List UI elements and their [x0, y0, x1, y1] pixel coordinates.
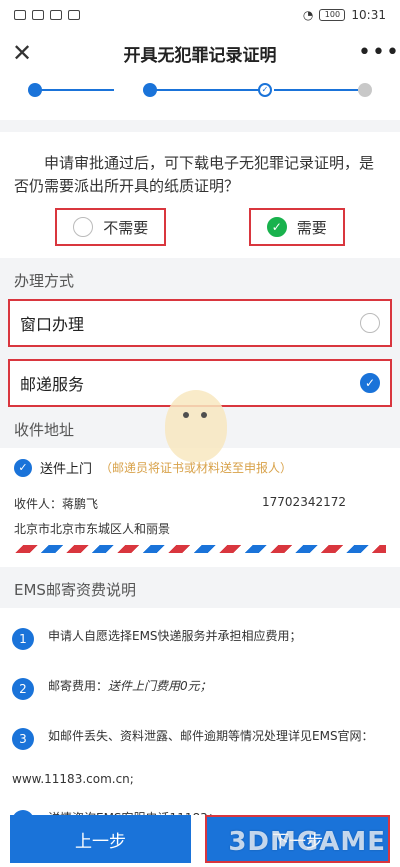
number-badge: 3 [12, 728, 34, 750]
site-watermark: 3DMGAME [228, 827, 386, 857]
radio-icon [360, 313, 380, 333]
ems-item: 3 如邮件丢失、资料泄露、邮件逾期等情况处理详见EMS官网： [12, 714, 388, 764]
step-line [155, 89, 259, 91]
nfc-icon [50, 10, 62, 20]
header: ✕ 开具无犯罪记录证明 ••• [0, 30, 400, 76]
option-label: 不需要 [103, 218, 149, 237]
more-icon[interactable]: ••• [358, 42, 399, 64]
step-line [40, 89, 114, 91]
section-title-ems: EMS邮寄资费说明 [0, 567, 400, 608]
page-title: 开具无犯罪记录证明 [123, 45, 277, 66]
option-needed[interactable]: ✓ 需要 [248, 208, 345, 246]
wifi-icon [32, 10, 44, 20]
recipient-phone: 17702342172 [262, 495, 346, 509]
ems-url[interactable]: www.11183.com.cn; [12, 764, 388, 796]
radio-icon [73, 217, 94, 237]
app-icon [68, 10, 80, 20]
checkbox-icon[interactable]: ✓ [14, 458, 32, 477]
speed-icon: ◔ [302, 8, 314, 22]
step-line [274, 89, 358, 91]
ems-item-text: 如邮件丢失、资料泄露、邮件逾期等情况处理详见EMS官网： [48, 729, 374, 743]
battery-icon: 100 [319, 9, 346, 21]
section-title-method: 办理方式 [0, 258, 400, 299]
step-dot-3: ✓ [258, 83, 272, 97]
step-dot-4 [358, 83, 372, 97]
status-bar: ◔ 100 10:31 [0, 0, 400, 30]
progress-steps: ✓ [0, 76, 400, 120]
method-label: 邮递服务 [20, 375, 85, 394]
recipient-name: 收件人：蒋鹏飞 [14, 497, 99, 511]
ems-item-text: 邮寄费用： [48, 679, 109, 693]
check-icon: ✓ [360, 373, 380, 393]
mascot-watermark [165, 390, 227, 462]
close-icon[interactable]: ✕ [12, 41, 42, 65]
number-badge: 1 [12, 628, 34, 650]
notification-icon [14, 10, 26, 20]
check-icon: ✓ [266, 217, 287, 237]
question-text: 申请审批通过后，可下载电子无犯罪记录证明，是否仍需要派出所开具的纸质证明？ [14, 154, 375, 195]
option-not-needed[interactable]: 不需要 [55, 208, 167, 246]
address-card: ✓ 送件上门 （邮递员将证书或材料送至申报人） 收件人：蒋鹏飞 17702342… [0, 448, 400, 567]
method-label: 窗口办理 [20, 315, 85, 334]
step-dot-2 [143, 83, 157, 97]
airmail-border [14, 545, 386, 553]
prev-button[interactable]: 上一步 [10, 815, 191, 863]
method-window[interactable]: 窗口办理 [8, 299, 392, 347]
ems-item: 1 申请人自愿选择EMS快递服务并承担相应费用； [12, 614, 388, 664]
paper-certificate-question: 申请审批通过后，可下载电子无犯罪记录证明，是否仍需要派出所开具的纸质证明？ 不需… [0, 132, 400, 258]
door-delivery-label: 送件上门 [40, 462, 93, 477]
step-dot-1 [28, 83, 42, 97]
ems-item-italic: 送件上门费用0元； [108, 679, 212, 693]
number-badge: 2 [12, 678, 34, 700]
ems-item: 2 邮寄费用：送件上门费用0元； [12, 664, 388, 714]
option-label: 需要 [296, 218, 327, 237]
ems-item-text: 申请人自愿选择EMS快递服务并承担相应费用； [48, 629, 302, 643]
recipient-address: 北京市北京市东城区人和丽景 [14, 522, 171, 536]
clock: 10:31 [351, 8, 386, 22]
